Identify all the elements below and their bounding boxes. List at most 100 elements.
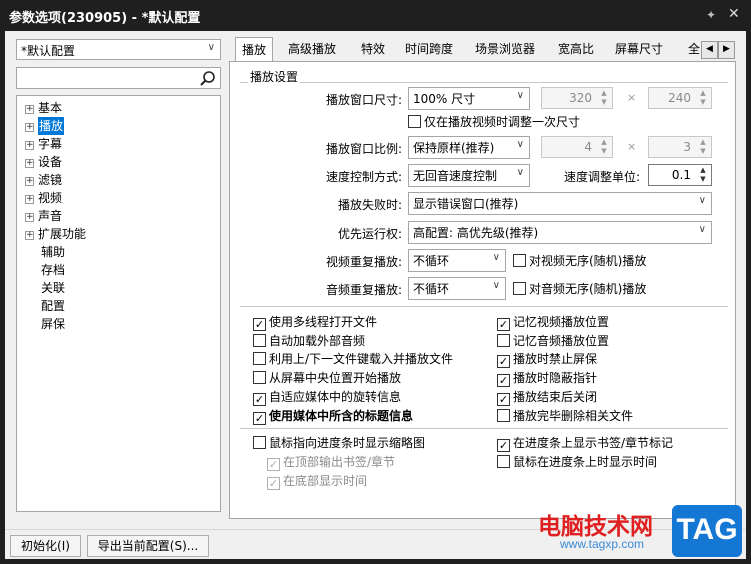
checkbox-box: ✓ xyxy=(497,392,510,406)
tab[interactable]: 时间跨度 xyxy=(399,37,459,62)
search-input[interactable] xyxy=(16,67,221,89)
tree-item[interactable]: + 设备 xyxy=(25,153,62,171)
profile-combo[interactable]: *默认配置 ∨ xyxy=(16,39,221,60)
tab[interactable]: 宽高比 xyxy=(552,37,600,62)
option-checkbox[interactable]: 记忆音频播放位置 xyxy=(497,333,609,349)
option-checkbox[interactable]: ✓ 播放时隐蔽指针 xyxy=(497,370,597,388)
option-label: 从屏幕中央位置开始播放 xyxy=(269,371,402,386)
spin-arrows-icon[interactable]: ▲ ▼ xyxy=(696,89,710,107)
title-bar[interactable]: 参数选项(230905) - *默认配置 ✦ ✕ xyxy=(0,0,751,31)
priority-combo[interactable]: 高配置: 高优先级(推荐) ∨ xyxy=(408,221,712,244)
group-title: 播放设置 xyxy=(248,68,301,85)
thumbnail-checkbox[interactable]: 鼠标指向进度条时显示缩略图 xyxy=(253,435,425,451)
tree-item-label: 扩展功能 xyxy=(38,227,87,241)
tree-item[interactable]: + 扩展功能 xyxy=(25,225,86,243)
option-checkbox[interactable]: 从屏幕中央位置开始播放 xyxy=(253,370,401,386)
tree-item[interactable]: + 播放 xyxy=(25,117,65,135)
tree-item[interactable]: + 基本 xyxy=(25,99,62,117)
option-checkbox[interactable]: 播放完毕删除相关文件 xyxy=(497,408,633,424)
chevron-down-icon: ∨ xyxy=(516,139,524,150)
tab[interactable]: 特效 xyxy=(355,37,391,62)
priority-value: 高配置: 高优先级(推荐) xyxy=(413,226,539,240)
tree-item-label: 存档 xyxy=(41,263,66,277)
video-repeat-combo[interactable]: 不循环 ∨ xyxy=(408,249,506,272)
expand-icon[interactable]: + xyxy=(25,177,34,186)
expand-icon[interactable]: + xyxy=(25,159,34,168)
preferences-window: 参数选项(230905) - *默认配置 ✦ ✕ *默认配置 ∨ + 基本 + 播放 +… xyxy=(0,0,751,564)
speed-unit-label: 速度调整单位: xyxy=(563,170,640,184)
option-checkbox[interactable]: ✓ 使用多线程打开文件 xyxy=(253,314,377,331)
thumbnail-label: 鼠标指向进度条时显示缩略图 xyxy=(269,436,426,450)
tree-item-label: 辅助 xyxy=(41,245,66,259)
audio-repeat-combo[interactable]: 不循环 ∨ xyxy=(408,277,506,300)
speed-unit-value: 0.1 xyxy=(671,168,691,182)
tab[interactable]: 屏幕尺寸 xyxy=(609,37,669,62)
speed-unit-spinner[interactable]: 0.1 ▲ ▼ xyxy=(648,164,712,186)
fail-combo[interactable]: 显示错误窗口(推荐) ∨ xyxy=(408,192,712,215)
expand-icon[interactable]: + xyxy=(25,123,34,132)
pin-icon[interactable]: ✦ xyxy=(706,8,716,22)
speed-mode-value: 无回音速度控制 xyxy=(413,169,498,183)
spin-arrows-icon[interactable]: ▲ ▼ xyxy=(597,138,611,156)
checkbox-box: ✓ xyxy=(497,374,510,388)
category-tree[interactable]: + 基本 + 播放 + 字幕 + 设备 + 滤镜 + 视频 + 声音 + 扩展功能 辅助 存档 关联 配置 屏保 xyxy=(16,95,221,512)
expand-icon[interactable]: + xyxy=(25,231,34,240)
width-value: 320 xyxy=(569,91,592,105)
spin-arrows-icon[interactable]: ▲ ▼ xyxy=(696,138,710,156)
chevron-down-icon: ∨ xyxy=(207,42,215,53)
tab[interactable]: 高级播放 xyxy=(282,37,342,62)
top-bookmark-label: 在顶部输出书签/章节 xyxy=(283,455,396,469)
audio-shuffle-checkbox[interactable]: 对音频无序(随机)播放 xyxy=(513,281,646,297)
tree-item-label: 字幕 xyxy=(38,137,63,151)
tree-item[interactable]: + 视频 xyxy=(25,189,62,207)
option-checkbox[interactable]: ✓ 播放结束后关闭 xyxy=(497,389,597,406)
option-checkbox[interactable]: ✓ 使用媒体中所含的标题信息 xyxy=(253,408,413,425)
spin-arrows-icon[interactable]: ▲ ▼ xyxy=(696,166,710,184)
show-time-checkbox[interactable]: 鼠标在进度条上时显示时间 xyxy=(497,454,657,470)
tab[interactable]: 全 xyxy=(682,37,700,62)
group-top-divider xyxy=(240,82,728,83)
ratio-width-spinner[interactable]: 4 ▲ ▼ xyxy=(541,136,613,158)
export-config-button[interactable]: 导出当前配置(S)... xyxy=(87,535,209,557)
spin-arrows-icon[interactable]: ▲ ▼ xyxy=(597,89,611,107)
tab[interactable]: 播放 xyxy=(235,37,274,62)
option-checkbox[interactable]: ✓ 自适应媒体中的旋转信息 xyxy=(253,389,401,406)
tab[interactable]: 场景浏览器 xyxy=(469,37,541,62)
checkbox-box: ✓ xyxy=(267,477,280,490)
height-spinner[interactable]: 240 ▲ ▼ xyxy=(648,87,712,109)
search-icon[interactable] xyxy=(199,70,216,87)
expand-icon[interactable]: + xyxy=(25,195,34,204)
expand-icon[interactable]: + xyxy=(25,141,34,150)
speed-mode-combo[interactable]: 无回音速度控制 ∨ xyxy=(408,164,530,187)
expand-icon[interactable]: + xyxy=(25,213,34,222)
video-shuffle-label: 对视频无序(随机)播放 xyxy=(529,254,647,268)
option-label: 自动加载外部音频 xyxy=(269,333,366,348)
video-shuffle-checkbox[interactable]: 对视频无序(随机)播放 xyxy=(513,253,646,269)
checkbox-box xyxy=(497,333,510,347)
checkbox-box xyxy=(513,254,526,267)
close-icon[interactable]: ✕ xyxy=(728,6,740,22)
option-checkbox[interactable]: ✓ 记忆视频播放位置 xyxy=(497,314,609,331)
expand-icon[interactable]: + xyxy=(25,105,34,114)
option-checkbox[interactable]: 利用上/下一文件键载入并播放文件 xyxy=(253,351,453,367)
tree-item[interactable]: + 字幕 xyxy=(25,135,62,153)
tree-item-label: 屏保 xyxy=(41,317,66,331)
checkbox-box: ✓ xyxy=(267,458,280,471)
width-spinner[interactable]: 320 ▲ ▼ xyxy=(541,87,613,109)
bottom-time-checkbox: ✓ 在底部显示时间 xyxy=(267,473,367,490)
ratio-height-spinner[interactable]: 3 ▲ ▼ xyxy=(648,136,712,158)
show-marks-checkbox[interactable]: ✓ 在进度条上显示书签/章节标记 xyxy=(497,435,673,452)
tab-scroll-left-icon[interactable]: ◀ xyxy=(701,41,718,59)
tab-scroll-right-icon[interactable]: ▶ xyxy=(718,41,735,59)
chevron-down-icon: ∨ xyxy=(698,224,706,235)
tree-item[interactable]: + 滤镜 xyxy=(25,171,62,189)
window-size-combo[interactable]: 100% 尺寸 ∨ xyxy=(408,87,530,110)
ratio-value: 保持原样(推荐) xyxy=(413,141,495,155)
checkbox-box xyxy=(253,333,266,347)
option-checkbox[interactable]: ✓ 播放时禁止屏保 xyxy=(497,351,597,369)
adjust-once-checkbox[interactable]: 仅在播放视频时调整一次尺寸 xyxy=(408,114,580,130)
tree-item[interactable]: + 声音 xyxy=(25,207,62,225)
ratio-combo[interactable]: 保持原样(推荐) ∨ xyxy=(408,136,530,159)
option-checkbox[interactable]: 自动加载外部音频 xyxy=(253,333,365,349)
init-button[interactable]: 初始化(I) xyxy=(10,535,81,557)
